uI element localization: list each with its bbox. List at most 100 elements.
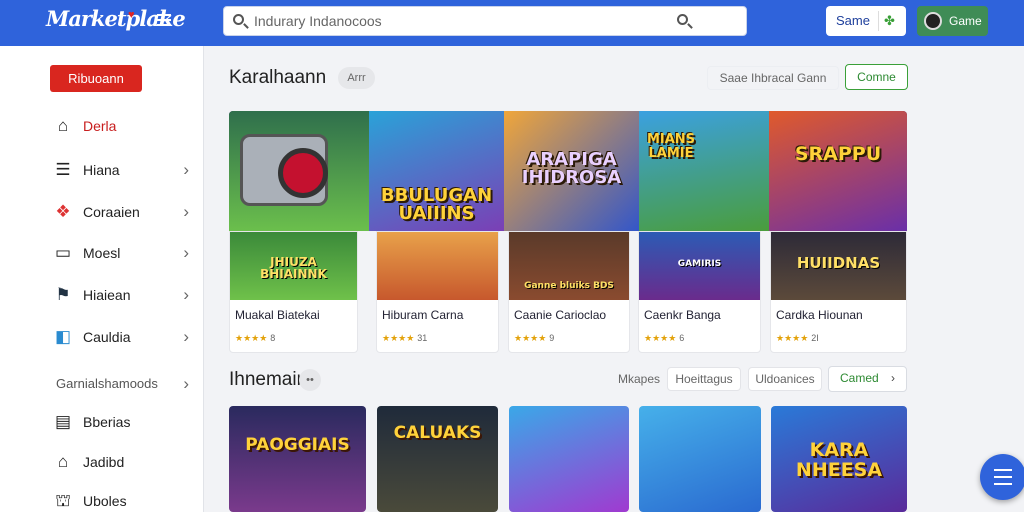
stars: ★★★★ [776, 333, 809, 343]
sidebar-item-hiana[interactable]: ☰ Hiana › [50, 157, 195, 183]
search-submit-icon[interactable] [677, 14, 688, 25]
game-card-title: Cardka Hiounan [776, 308, 863, 322]
game-tile-title: KARA NHEESA [795, 439, 883, 481]
sidebar-item-label: Derla [83, 118, 117, 134]
game-card-title: Caenkr Banga [644, 308, 721, 322]
flag-icon: ⚑ [55, 285, 71, 304]
game-tile-title: CALUAKS [393, 423, 482, 443]
box-icon: ▭ [54, 243, 72, 262]
game-profile-button[interactable]: Game [917, 6, 988, 36]
game-tile[interactable]: KARA NHEESA [771, 406, 907, 512]
game-tile[interactable] [639, 406, 761, 512]
sidebar-item-label: Moesl [83, 245, 121, 261]
rating-stars: ★★★★ 6 [644, 333, 684, 344]
game-card[interactable]: Hiburam Carna ★★★★ 31 [376, 231, 499, 353]
sidebar-cta-button[interactable]: Ribuoann [50, 65, 142, 92]
menu-line [994, 469, 1012, 471]
sidebar-item-label: Uboles [83, 493, 127, 509]
sidebar-item-uboles[interactable]: ⛫ Uboles [50, 488, 195, 512]
sidebar-item-moesl[interactable]: ▭ Moesl › [50, 240, 195, 266]
game-tile-image [639, 406, 761, 512]
search-bar[interactable] [223, 6, 747, 36]
filter-link[interactable]: Uldoanices [748, 367, 822, 391]
sidebar-item-cauldia[interactable]: ◧ Cauldia › [50, 324, 195, 350]
chevron-right-icon: › [183, 285, 189, 304]
game-card-image: HUIIDNAS [771, 232, 906, 300]
same-button[interactable]: Same ✤ [826, 6, 906, 36]
stars: ★★★★ [514, 333, 547, 343]
section-title: Ihnemain [229, 369, 308, 390]
sidebar-item-jadibd[interactable]: ⌂ Jadibd [50, 449, 195, 475]
sidebar-item-coraaien[interactable]: ❖ Coraaien › [50, 199, 195, 225]
sidebar-item-hiaiean[interactable]: ⚑ Hiaiean › [50, 282, 195, 308]
camed-button[interactable]: Camed › [828, 366, 907, 392]
top-bar: Marketplake ♥ Same ✤ Game [0, 0, 1024, 46]
chevron-right-icon: › [183, 243, 189, 262]
menu-icon[interactable] [157, 14, 171, 26]
featured-banner[interactable]: BBULUGAN UAIIINS ARAPIGA IHIDROSA MIANS … [229, 111, 907, 231]
sidebar-item-label: Hiana [83, 162, 120, 178]
floating-menu-button[interactable] [980, 454, 1024, 500]
comne-button[interactable]: Comne [845, 64, 908, 90]
game-card[interactable]: Ganne bluiks BDS Caanie Carioclao ★★★★ 9 [508, 231, 630, 353]
stars: ★★★★ [644, 333, 677, 343]
sidebar-item-label: Garnialshamoods [56, 376, 158, 391]
game-card[interactable]: JHIUZA BHIAINNK Muakal Biatekai ★★★★ 8 [229, 231, 358, 353]
shop-icon: ⌂ [57, 452, 69, 471]
document-icon: ▤ [54, 412, 72, 431]
list-icon: ☰ [55, 160, 71, 179]
sidebar-group-garnialshamoods[interactable]: Garnialshamoods › [50, 371, 195, 397]
game-card-title: Hiburam Carna [382, 308, 464, 322]
game-card-image: GAMIRIS [639, 232, 760, 300]
chevron-right-icon: › [183, 202, 189, 221]
stars: ★★★★ [382, 333, 415, 343]
rating-count: 8 [270, 333, 276, 343]
game-tile[interactable]: PAOGGIAIS [229, 406, 366, 512]
sidebar-item-label: Coraaien [83, 204, 140, 220]
rating-count: 9 [549, 333, 555, 343]
search-icon [233, 14, 244, 25]
rating-stars: ★★★★ 8 [235, 333, 275, 344]
sidebar-item-derla[interactable]: ⌂ Derla [50, 113, 195, 139]
banner-slide-title: SRAPPU [794, 143, 882, 165]
game-tile[interactable] [509, 406, 629, 512]
game-tile-image [377, 406, 498, 512]
speaker-icon [240, 134, 328, 206]
home-icon: ⌂ [57, 116, 69, 135]
game-card-title: Muakal Biatekai [235, 308, 320, 322]
same-button-label: Same [836, 13, 870, 28]
menu-line [994, 483, 1012, 485]
game-card-art-title: GAMIRIS [677, 259, 722, 269]
game-card-art-title: HUIIDNAS [796, 254, 881, 272]
game-card-title: Caanie Carioclao [514, 308, 607, 322]
game-button-label: Game [949, 14, 982, 28]
bubbles-icon: ❖ [55, 202, 71, 221]
sidebar-item-bberias[interactable]: ▤ Bberias [50, 409, 195, 435]
filter-link[interactable]: Hoeittagus [667, 367, 741, 391]
banner-slide-title: ARAPIGA IHIDROSA [521, 149, 622, 188]
rating-count: 31 [417, 333, 428, 343]
chevron-right-icon: › [183, 160, 189, 179]
game-tile[interactable]: CALUAKS [377, 406, 498, 512]
bag-icon: ⛫ [55, 491, 71, 510]
game-card[interactable]: GAMIRIS Caenkr Banga ★★★★ 6 [638, 231, 761, 353]
chevron-right-icon: › [183, 374, 189, 393]
chevron-right-icon: › [183, 327, 189, 346]
section-title: Karalhaann [229, 67, 327, 88]
heart-icon: ♥ [128, 9, 135, 21]
banner-slide [229, 111, 369, 231]
game-card-image [377, 232, 498, 300]
game-card[interactable]: HUIIDNAS Cardka Hiounan ★★★★ 2I [770, 231, 907, 353]
filter-link[interactable]: Mkapes [614, 367, 664, 391]
section-tag: •• [299, 369, 321, 391]
see-all-link[interactable]: Saae Ihbracal Gann [707, 66, 839, 90]
sidebar-item-label: Bberias [83, 414, 131, 430]
banner-slide: ARAPIGA IHIDROSA [504, 111, 639, 231]
banner-slide: SRAPPU [769, 111, 907, 231]
rating-stars: ★★★★ 9 [514, 333, 554, 344]
chevron-right-icon: › [891, 371, 896, 385]
search-input[interactable] [254, 11, 674, 31]
game-tile-image [509, 406, 629, 512]
section-tag: Arrr [338, 67, 375, 89]
cube-icon: ◧ [54, 327, 72, 346]
